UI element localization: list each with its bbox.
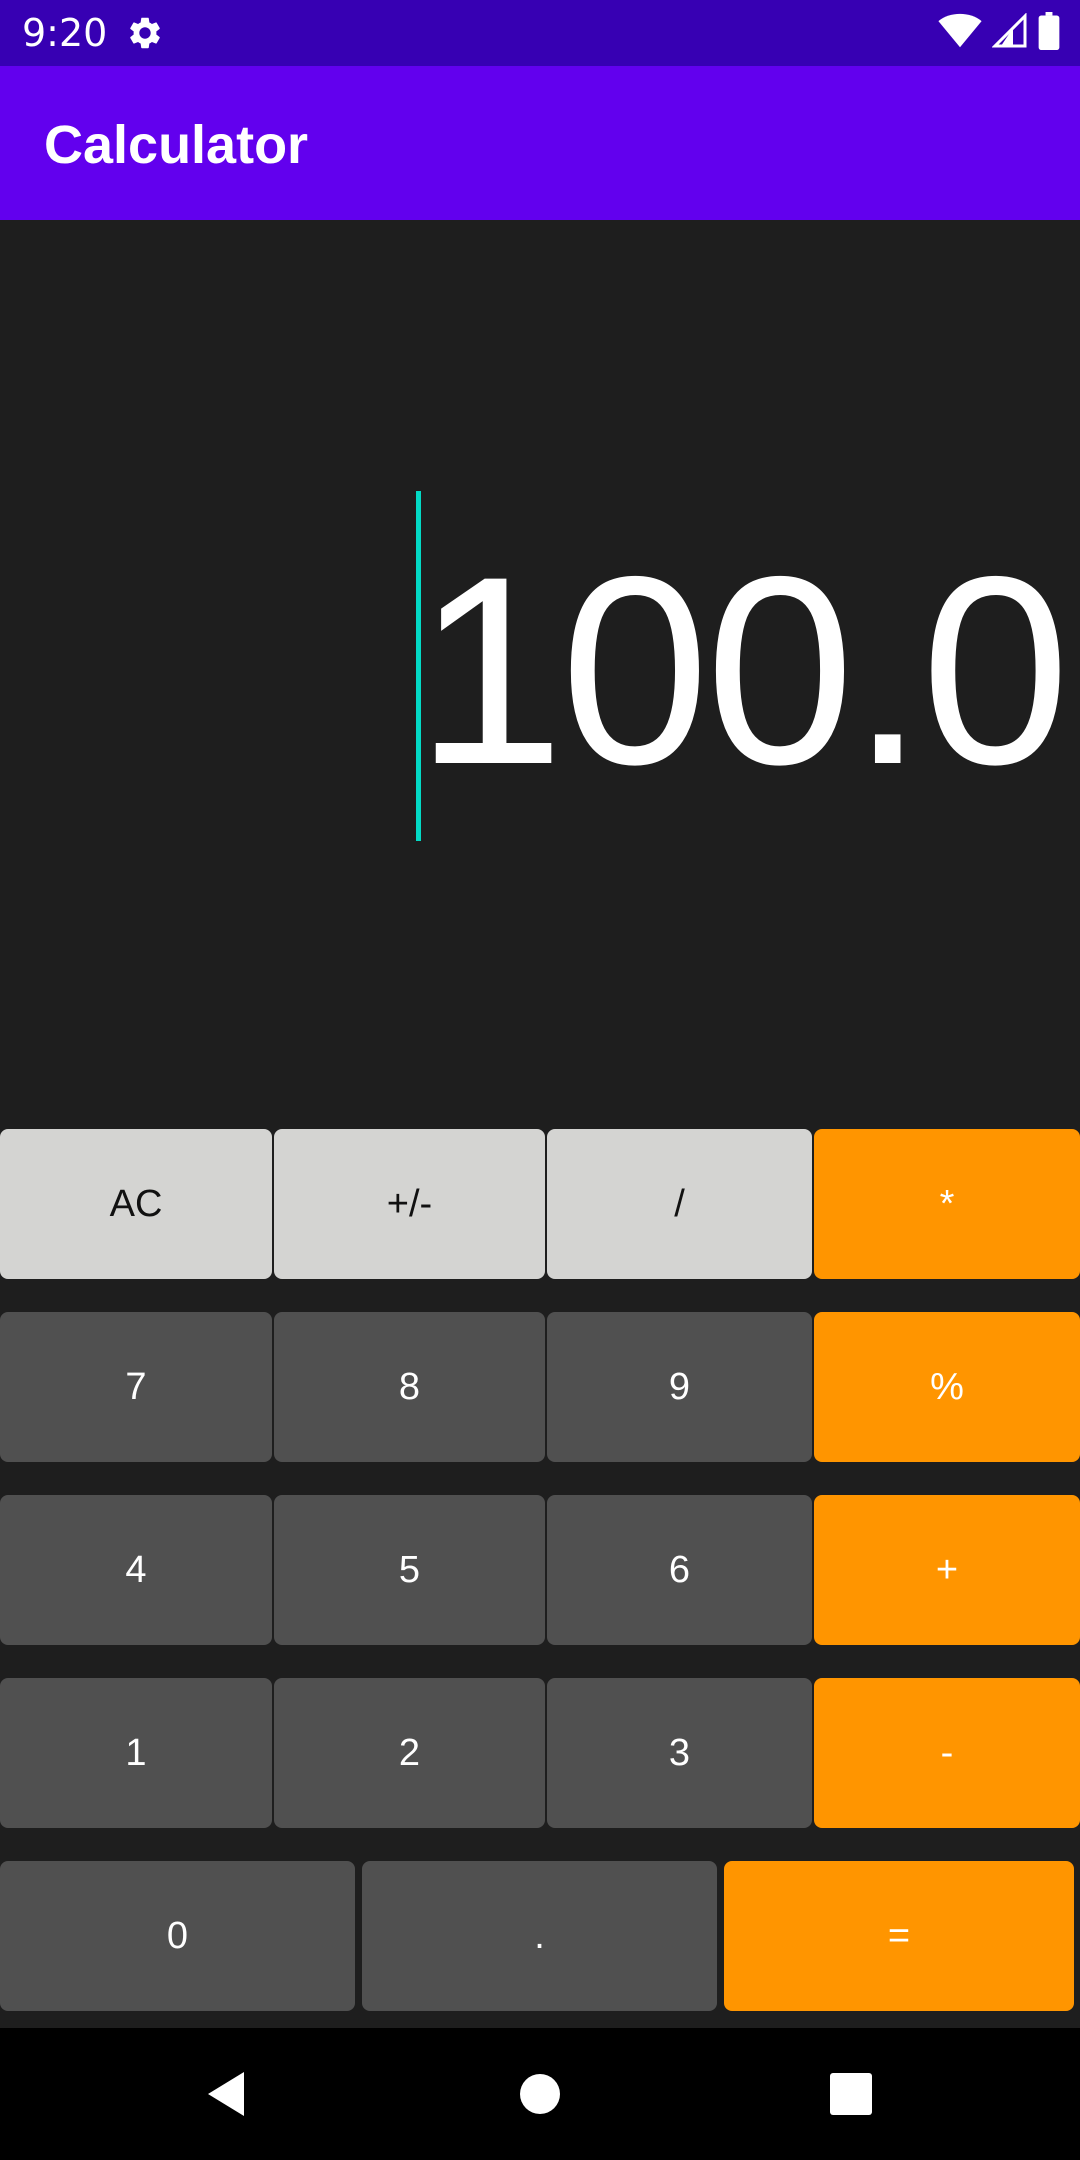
navigation-bar — [0, 2028, 1080, 2160]
signal-icon — [991, 12, 1028, 53]
sign-toggle-button[interactable]: +/- — [274, 1129, 545, 1279]
multiply-button[interactable]: * — [814, 1129, 1080, 1279]
digit-7-button[interactable]: 7 — [0, 1312, 272, 1462]
calculator-display[interactable]: 100.0 — [0, 220, 1080, 1128]
percent-button[interactable]: % — [814, 1312, 1080, 1462]
digit-4-button[interactable]: 4 — [0, 1495, 272, 1645]
status-bar: 9:20 — [0, 0, 1080, 66]
recents-icon[interactable] — [821, 2064, 881, 2124]
decimal-button[interactable]: . — [362, 1861, 717, 2011]
gear-icon — [126, 14, 164, 52]
status-time: 9:20 — [22, 11, 108, 55]
clear-button[interactable]: AC — [0, 1129, 272, 1279]
status-icons — [938, 12, 1060, 54]
digit-8-button[interactable]: 8 — [274, 1312, 545, 1462]
back-icon[interactable] — [196, 2064, 256, 2124]
digit-3-button[interactable]: 3 — [547, 1678, 812, 1828]
equals-button[interactable]: = — [724, 1861, 1074, 2011]
app-title: Calculator — [44, 115, 309, 175]
subtract-button[interactable]: - — [814, 1678, 1080, 1828]
digit-1-button[interactable]: 1 — [0, 1678, 272, 1828]
battery-icon — [1038, 12, 1060, 54]
display-value[interactable]: 100.0 — [415, 520, 1070, 820]
divide-button[interactable]: / — [547, 1129, 812, 1279]
digit-5-button[interactable]: 5 — [274, 1495, 545, 1645]
digit-0-button[interactable]: 0 — [0, 1861, 355, 2011]
home-icon[interactable] — [510, 2064, 570, 2124]
wifi-icon — [938, 13, 982, 53]
app-bar: Calculator — [0, 66, 1080, 220]
add-button[interactable]: + — [814, 1495, 1080, 1645]
digit-6-button[interactable]: 6 — [547, 1495, 812, 1645]
digit-2-button[interactable]: 2 — [274, 1678, 545, 1828]
digit-9-button[interactable]: 9 — [547, 1312, 812, 1462]
